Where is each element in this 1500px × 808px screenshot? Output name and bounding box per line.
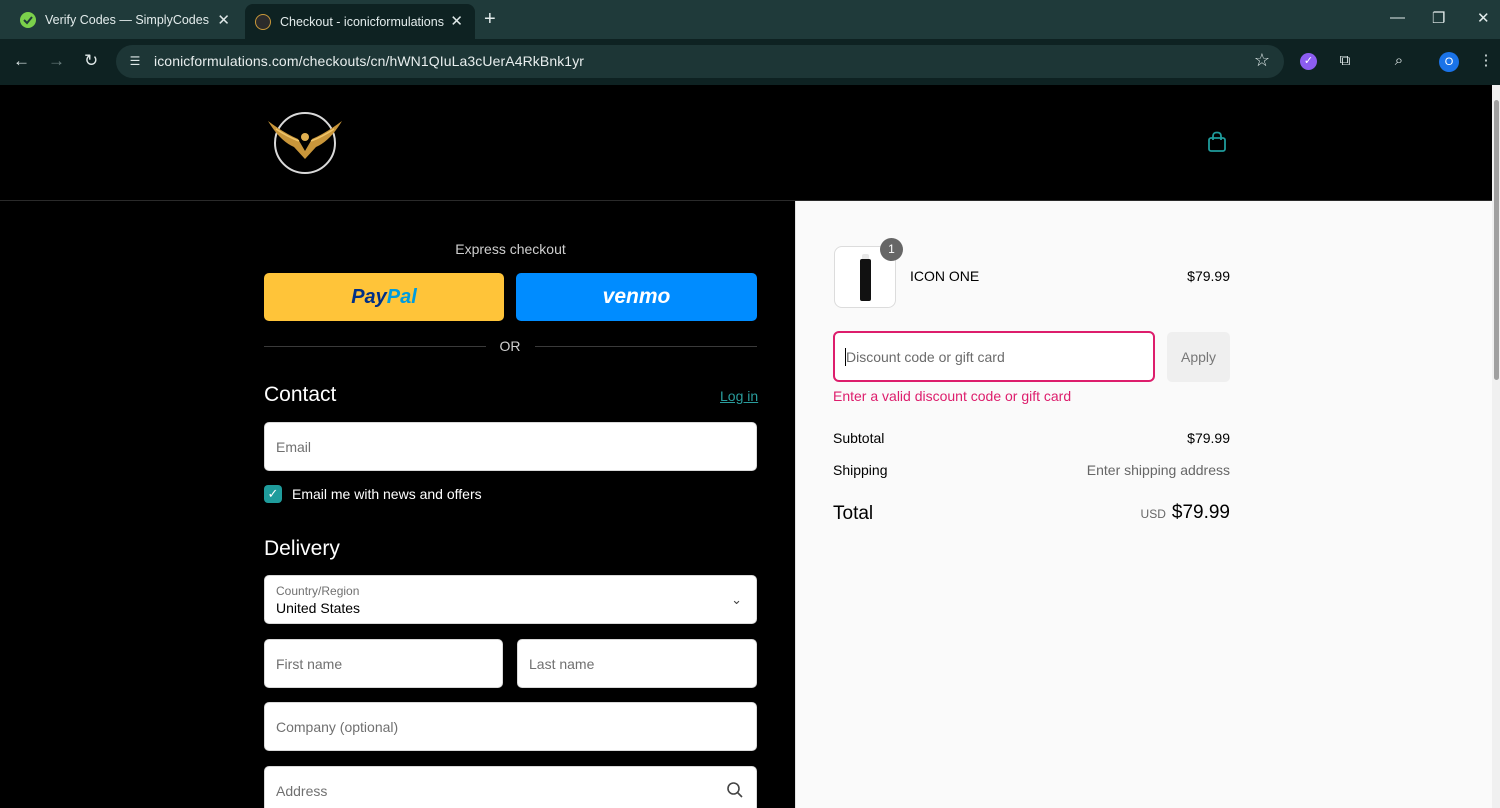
discount-placeholder: Discount code or gift card	[846, 349, 1005, 365]
reload-icon[interactable]: ↻	[84, 51, 98, 71]
search-icon	[726, 781, 744, 799]
or-divider-label: OR	[499, 338, 521, 354]
close-window-icon[interactable]: ✕	[1477, 9, 1490, 27]
site-info-icon[interactable]: ☰	[126, 52, 144, 70]
tab-search-icon[interactable]: ⌕	[1389, 51, 1409, 71]
extensions-icon[interactable]: ⧉	[1335, 51, 1355, 71]
divider	[535, 346, 757, 347]
paypal-pal-text: Pal	[386, 286, 417, 308]
discount-error-message: Enter a valid discount code or gift card	[833, 388, 1072, 404]
last-name-field[interactable]: Last name	[517, 639, 757, 688]
shipping-value: Enter shipping address	[1086, 462, 1230, 478]
menu-icon[interactable]: ⋮	[1476, 51, 1496, 71]
bag-icon[interactable]	[1207, 131, 1227, 153]
country-label: Country/Region	[276, 584, 360, 598]
login-link[interactable]: Log in	[720, 388, 758, 404]
chevron-down-icon: ⌄	[731, 592, 742, 607]
omnibox[interactable]: ☰ iconicformulations.com/checkouts/cn/hW…	[116, 45, 1284, 78]
product-image	[860, 259, 871, 301]
delivery-heading: Delivery	[264, 537, 340, 560]
subtotal-label: Subtotal	[833, 430, 885, 446]
star-icon[interactable]: ☆	[1254, 50, 1270, 71]
discount-code-input[interactable]: Discount code or gift card	[833, 331, 1155, 382]
scrollbar-thumb[interactable]	[1494, 100, 1499, 380]
company-placeholder: Company (optional)	[276, 719, 399, 735]
newsletter-label: Email me with news and offers	[292, 486, 482, 502]
total-label: Total	[833, 503, 874, 524]
url-text[interactable]: iconicformulations.com/checkouts/cn/hWN1…	[154, 53, 584, 69]
quantity-badge: 1	[880, 238, 903, 261]
divider	[264, 346, 486, 347]
tab-checkout[interactable]: Checkout - iconicformulations ✕	[245, 4, 475, 39]
address-field[interactable]: Address	[264, 766, 757, 808]
back-icon[interactable]: ←	[13, 51, 30, 71]
tab-title: Checkout - iconicformulations	[280, 14, 444, 29]
tab-title: Verify Codes — SimplyCodes	[45, 12, 209, 27]
last-name-placeholder: Last name	[529, 656, 595, 672]
restore-icon[interactable]: ❐	[1432, 9, 1445, 27]
first-name-field[interactable]: First name	[264, 639, 503, 688]
total-currency: USD	[1140, 507, 1166, 521]
country-select[interactable]: Country/Region United States ⌄	[264, 575, 757, 624]
newsletter-checkbox[interactable]: ✓	[264, 485, 282, 503]
paypal-pay-text: Pay	[351, 286, 387, 308]
store-header	[0, 85, 1492, 201]
browser-tab-strip: Verify Codes — SimplyCodes ✕ Checkout - …	[0, 0, 1500, 39]
total-amount: USD $79.99	[996, 502, 1230, 524]
email-placeholder: Email	[276, 439, 312, 455]
venmo-button[interactable]: venmo	[516, 273, 757, 321]
address-placeholder: Address	[276, 783, 328, 799]
close-tab-icon[interactable]: ✕	[217, 11, 230, 29]
profile-avatar[interactable]: O	[1439, 52, 1459, 72]
close-tab-icon[interactable]: ✕	[450, 12, 463, 30]
email-field[interactable]: Email	[264, 422, 757, 471]
forward-icon[interactable]: →	[48, 51, 65, 71]
iconic-favicon-icon	[255, 13, 271, 30]
express-checkout-title: Express checkout	[455, 241, 566, 257]
subtotal-value: $79.99	[1187, 430, 1230, 446]
check-icon: ✓	[267, 486, 279, 501]
paypal-button[interactable]: PayPal	[264, 273, 504, 321]
product-price: $79.99	[1187, 268, 1230, 284]
contact-heading: Contact	[264, 383, 337, 406]
order-summary-column: ICON ONE $79.99 Discount code or gift ca…	[795, 201, 1492, 808]
new-tab-icon[interactable]: +	[484, 8, 496, 31]
product-name: ICON ONE	[910, 268, 980, 284]
checkout-form-column: Express checkout PayPal venmo OR Contact…	[0, 201, 795, 808]
simplycodes-extension-icon[interactable]: ✓	[1300, 53, 1317, 70]
company-field[interactable]: Company (optional)	[264, 702, 757, 751]
simplycodes-favicon-icon	[20, 11, 36, 28]
minimize-icon[interactable]: —	[1390, 9, 1405, 26]
country-value: United States	[276, 600, 361, 616]
first-name-placeholder: First name	[276, 656, 343, 672]
apply-button[interactable]: Apply	[1167, 332, 1230, 382]
store-logo[interactable]	[264, 107, 346, 179]
total-value: $79.99	[1171, 502, 1230, 523]
tab-simplycodes[interactable]: Verify Codes — SimplyCodes ✕	[10, 0, 242, 39]
shipping-label: Shipping	[833, 462, 888, 478]
address-bar: ← → ↻ ☰ iconicformulations.com/checkouts…	[0, 39, 1500, 85]
